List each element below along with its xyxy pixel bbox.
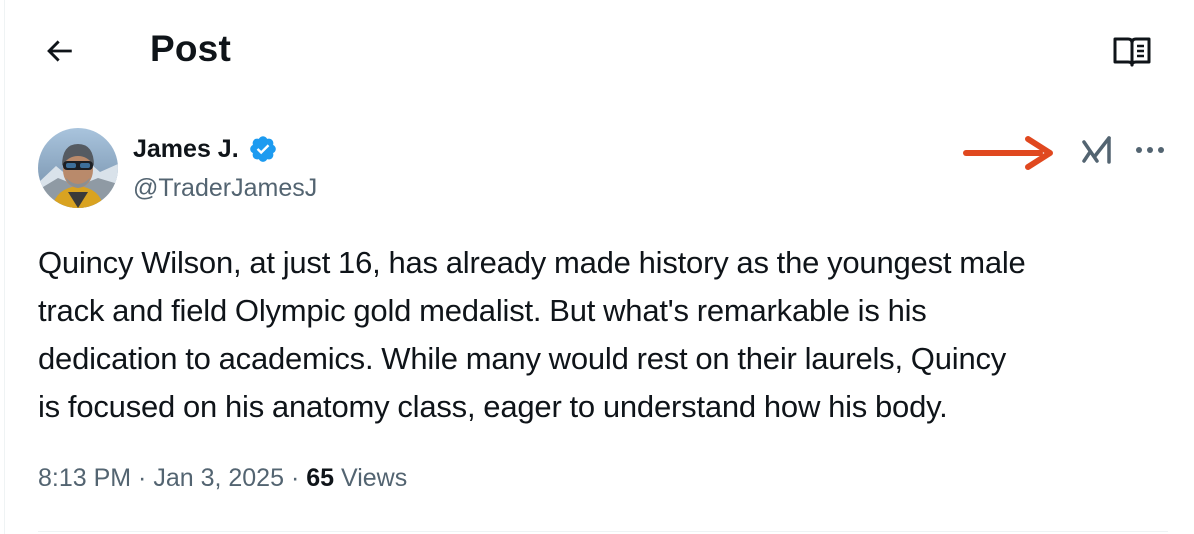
post-text-line: Quincy Wilson, at just 16, has already m…	[38, 245, 1026, 280]
arrow-left-icon	[47, 40, 72, 62]
meta-separator: ·	[284, 464, 307, 492]
reader-mode-icon	[1113, 37, 1151, 67]
post-text-line: track and field Olympic gold medalist. B…	[38, 293, 927, 328]
back-button[interactable]	[38, 30, 80, 72]
divider	[38, 531, 1168, 532]
page-title: Post	[150, 28, 231, 69]
grok-icon	[1082, 136, 1111, 164]
post-metadata: 8:13 PM · Jan 3, 2025 · 65 Views	[38, 464, 407, 493]
grok-button[interactable]	[1077, 130, 1117, 170]
verified-badge-icon[interactable]	[247, 133, 279, 165]
more-options-icon	[1136, 147, 1164, 153]
avatar[interactable]	[38, 128, 118, 208]
post-date[interactable]: Jan 3, 2025	[153, 464, 284, 493]
views-label: Views	[334, 464, 408, 492]
author-name[interactable]: James J.	[133, 135, 239, 164]
author-name-row[interactable]: James J.	[133, 132, 279, 166]
meta-separator: ·	[131, 464, 154, 492]
views-count: 65	[306, 464, 335, 492]
annotation-arrow-icon	[962, 133, 1058, 173]
avatar-image	[38, 128, 118, 208]
post-header: Post	[0, 0, 1194, 100]
author-handle[interactable]: @TraderJamesJ	[133, 174, 317, 203]
post-text: Quincy Wilson, at just 16, has already m…	[38, 239, 1178, 431]
more-options-button[interactable]	[1130, 130, 1170, 170]
post-text-line: is focused on his anatomy class, eager t…	[38, 389, 948, 424]
post-time[interactable]: 8:13 PM	[38, 464, 131, 493]
post-text-line: dedication to academics. While many woul…	[38, 341, 1007, 376]
reader-mode-button[interactable]	[1110, 32, 1154, 72]
